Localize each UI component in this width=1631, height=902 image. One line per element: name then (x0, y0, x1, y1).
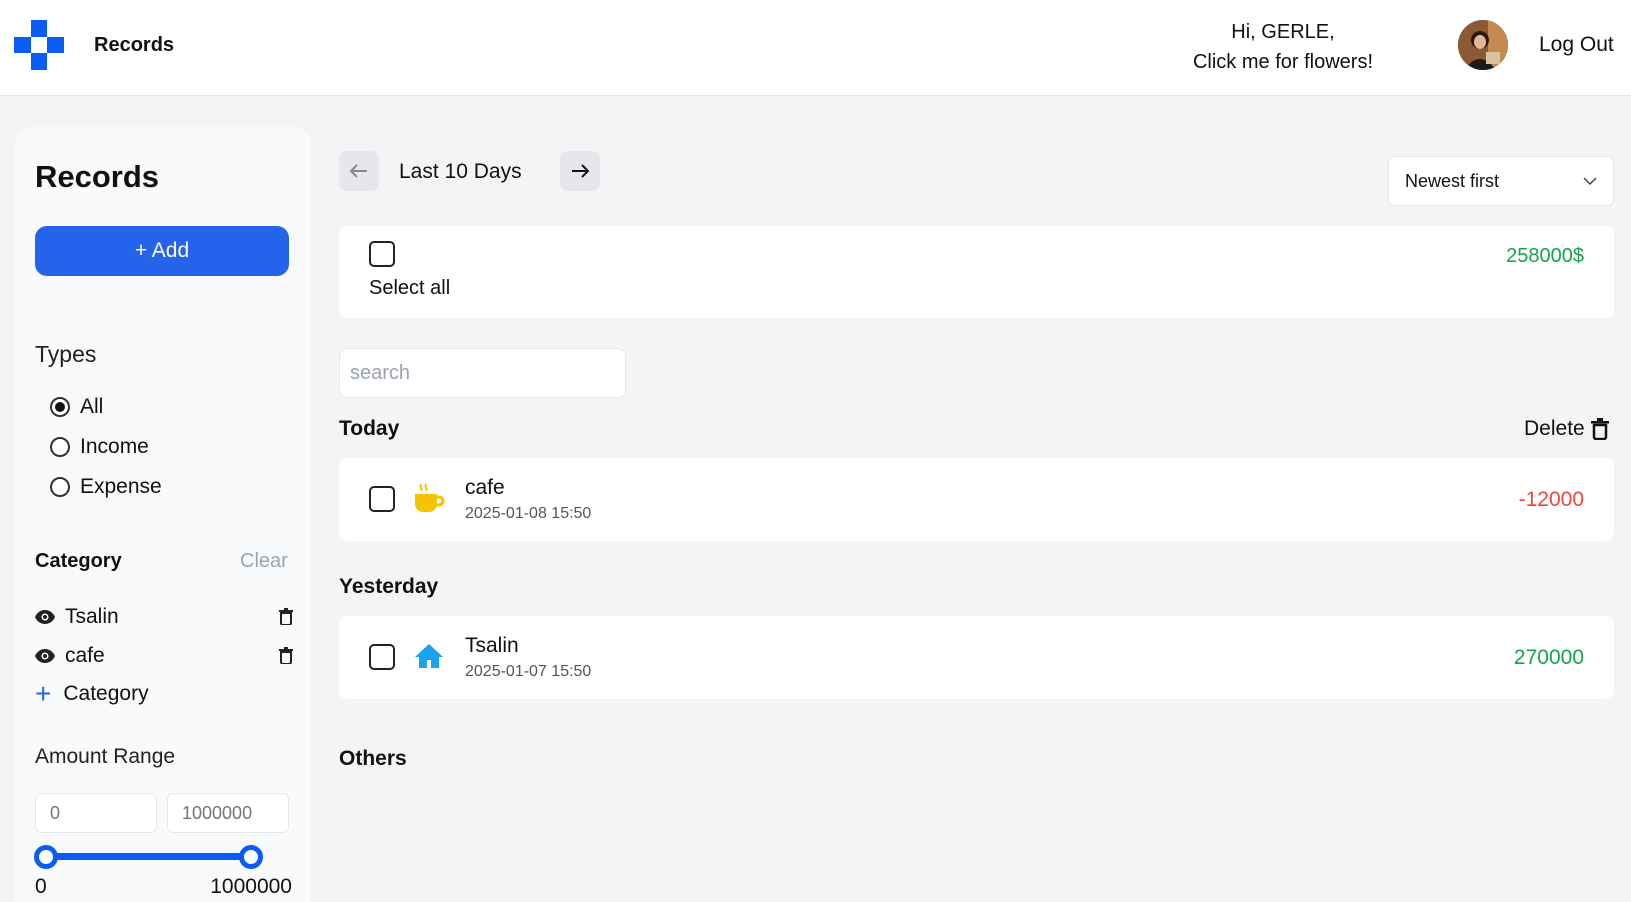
trash-icon[interactable] (279, 608, 293, 625)
category-label: Tsalin (65, 605, 119, 628)
arrow-left-icon (350, 164, 367, 178)
record-name: Tsalin (465, 634, 519, 657)
top-header: Records Hi, GERLE, Click me for flowers!… (0, 0, 1631, 96)
record-name: cafe (465, 476, 505, 499)
select-all-label: Select all (369, 277, 451, 299)
logo-icon[interactable] (14, 20, 64, 70)
chevron-down-icon (1583, 177, 1597, 185)
greeting-line-1: Hi, GERLE, (1231, 21, 1335, 43)
record-checkbox[interactable] (369, 644, 395, 670)
record-row[interactable]: cafe 2025-01-08 15:50 -12000 (339, 458, 1614, 541)
brand-title[interactable]: Records (94, 34, 174, 57)
arrow-right-icon (572, 164, 589, 178)
trash-icon[interactable] (279, 647, 293, 664)
range-max-label: 1000000 (210, 875, 292, 898)
category-clear-button[interactable]: Clear (240, 550, 288, 573)
period-label: Last 10 Days (399, 160, 522, 183)
amount-range-heading: Amount Range (35, 745, 176, 768)
range-max-input[interactable] (167, 793, 289, 833)
record-amount: 270000 (1513, 646, 1584, 669)
sort-select[interactable]: Newest first (1388, 156, 1614, 206)
delete-label: Delete (1524, 417, 1585, 440)
record-amount: -12000 (1518, 488, 1584, 511)
record-date: 2025-01-08 15:50 (465, 505, 592, 522)
sort-selected-value: Newest first (1405, 170, 1500, 191)
type-label-income: Income (80, 435, 149, 458)
add-category-button[interactable]: + Category (35, 678, 149, 709)
section-title-today: Today (339, 417, 400, 440)
plus-icon: + (35, 678, 52, 709)
range-slider-max-handle[interactable] (239, 845, 263, 869)
type-label-all: All (80, 395, 104, 418)
record-date: 2025-01-07 15:50 (465, 663, 592, 680)
category-label: cafe (65, 644, 105, 667)
sidebar-title: Records (35, 159, 160, 194)
greeting-link[interactable]: Hi, GERLE, Click me for flowers! (1193, 17, 1373, 77)
avatar[interactable] (1458, 20, 1508, 70)
record-row[interactable]: Tsalin 2025-01-07 15:50 270000 (339, 616, 1614, 699)
section-title-yesterday: Yesterday (339, 575, 439, 598)
category-item-tsalin: Tsalin (35, 604, 293, 630)
filter-sidebar: Records + Add Types All Income Expense C… (15, 127, 310, 902)
trash-icon (1590, 418, 1609, 440)
range-min-label: 0 (35, 875, 47, 898)
range-min-input[interactable] (35, 793, 157, 833)
radio-button-checked[interactable] (50, 397, 70, 417)
select-all-checkbox[interactable] (369, 241, 395, 267)
type-radio-expense[interactable]: Expense (50, 475, 162, 499)
radio-button[interactable] (50, 437, 70, 457)
type-label-expense: Expense (80, 475, 162, 498)
coffee-cup-icon (415, 483, 445, 512)
range-slider-track[interactable] (46, 853, 251, 860)
greeting-line-2: Click me for flowers! (1192, 51, 1373, 73)
type-radio-all[interactable]: All (50, 395, 103, 419)
radio-button[interactable] (50, 477, 70, 497)
section-title-others: Others (339, 747, 407, 770)
category-item-cafe: cafe (35, 643, 293, 669)
search-input[interactable] (339, 348, 626, 398)
delete-button[interactable]: Delete (1524, 417, 1609, 441)
types-heading: Types (35, 341, 97, 367)
add-category-label: Category (63, 682, 149, 705)
add-record-button[interactable]: + Add (35, 226, 289, 276)
range-slider-min-handle[interactable] (34, 845, 58, 869)
eye-icon[interactable] (35, 610, 55, 624)
total-amount: 258000$ (1506, 245, 1584, 267)
select-all-card: Select all 258000$ (339, 226, 1614, 318)
next-period-button[interactable] (560, 151, 600, 191)
type-radio-income[interactable]: Income (50, 435, 149, 459)
logout-button[interactable]: Log Out (1539, 33, 1614, 57)
previous-period-button[interactable] (339, 151, 379, 191)
category-heading: Category (35, 550, 122, 572)
house-icon (415, 644, 443, 668)
eye-icon[interactable] (35, 649, 55, 663)
record-checkbox[interactable] (369, 486, 395, 512)
